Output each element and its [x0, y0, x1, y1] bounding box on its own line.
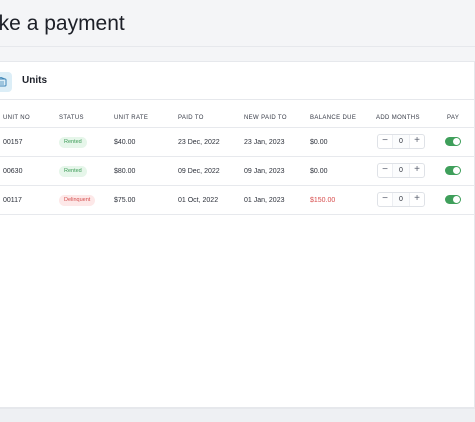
payment-page: ake a payment Units UNIT NO STATUS UNIT … — [0, 0, 475, 422]
units-header-divider — [0, 99, 475, 100]
increase-months-button[interactable]: + — [410, 193, 424, 206]
table-row: 00157 Rented $40.00 23 Dec, 2022 23 Jan,… — [0, 127, 475, 156]
new-paid-to-date: 23 Jan, 2023 — [244, 139, 285, 146]
balance-due: $0.00 — [310, 139, 328, 146]
balance-due: $0.00 — [310, 168, 328, 175]
pay-toggle[interactable] — [445, 137, 461, 146]
paid-to-date: 01 Oct, 2022 — [178, 197, 219, 204]
unit-rate: $40.00 — [114, 139, 136, 146]
units-section-header: Units — [0, 61, 475, 100]
storage-unit-icon — [0, 72, 12, 92]
balance-due: $150.00 — [310, 197, 336, 204]
page-title: ake a payment — [0, 12, 125, 35]
column-header-paid-to: PAID TO — [178, 115, 204, 121]
months-value[interactable]: 0 — [392, 164, 410, 177]
status-badge: Rented — [59, 137, 87, 148]
units-section-title: Units — [22, 75, 47, 86]
decrease-months-button[interactable]: − — [378, 164, 392, 177]
unit-number: 00630 — [3, 168, 23, 175]
unit-number: 00117 — [3, 197, 22, 204]
new-paid-to-date: 01 Jan, 2023 — [244, 197, 285, 204]
unit-number: 00157 — [3, 139, 23, 146]
increase-months-button[interactable]: + — [410, 135, 424, 148]
months-value[interactable]: 0 — [392, 135, 410, 148]
pay-toggle[interactable] — [445, 166, 461, 175]
toggle-knob — [453, 138, 460, 145]
column-header-status: STATUS — [59, 115, 84, 121]
status-badge: Delinquent — [59, 195, 96, 206]
table-row: 00630 Rented $80.00 09 Dec, 2022 09 Jan,… — [0, 156, 475, 185]
column-header-balance-due: BALANCE DUE — [310, 115, 357, 121]
column-header-unit-rate: UNIT RATE — [114, 115, 149, 121]
title-divider — [0, 46, 475, 47]
table-row: 00117 Delinquent $75.00 01 Oct, 2022 01 … — [0, 185, 475, 214]
increase-months-button[interactable]: + — [410, 164, 424, 177]
status-badge: Rented — [59, 166, 87, 177]
new-paid-to-date: 09 Jan, 2023 — [244, 168, 285, 175]
pay-toggle[interactable] — [445, 195, 461, 204]
add-months-stepper: − 0 + — [377, 163, 425, 178]
column-header-pay: PAY — [447, 115, 460, 121]
add-months-stepper: − 0 + — [377, 134, 425, 149]
paid-to-date: 09 Dec, 2022 — [178, 168, 220, 175]
column-header-add-months: ADD MONTHS — [376, 115, 420, 121]
toggle-knob — [453, 196, 460, 203]
decrease-months-button[interactable]: − — [378, 193, 392, 206]
paid-to-date: 23 Dec, 2022 — [178, 139, 220, 146]
unit-rate: $75.00 — [114, 197, 136, 204]
table-bottom-divider — [0, 214, 475, 215]
unit-rate: $80.00 — [114, 168, 136, 175]
add-months-stepper: − 0 + — [377, 192, 425, 207]
months-value[interactable]: 0 — [392, 193, 410, 206]
column-header-new-paid-to: NEW PAID TO — [244, 115, 287, 121]
page-footer-band — [0, 408, 475, 422]
column-header-unit-no: UNIT NO — [3, 115, 31, 121]
decrease-months-button[interactable]: − — [378, 135, 392, 148]
toggle-knob — [453, 167, 460, 174]
